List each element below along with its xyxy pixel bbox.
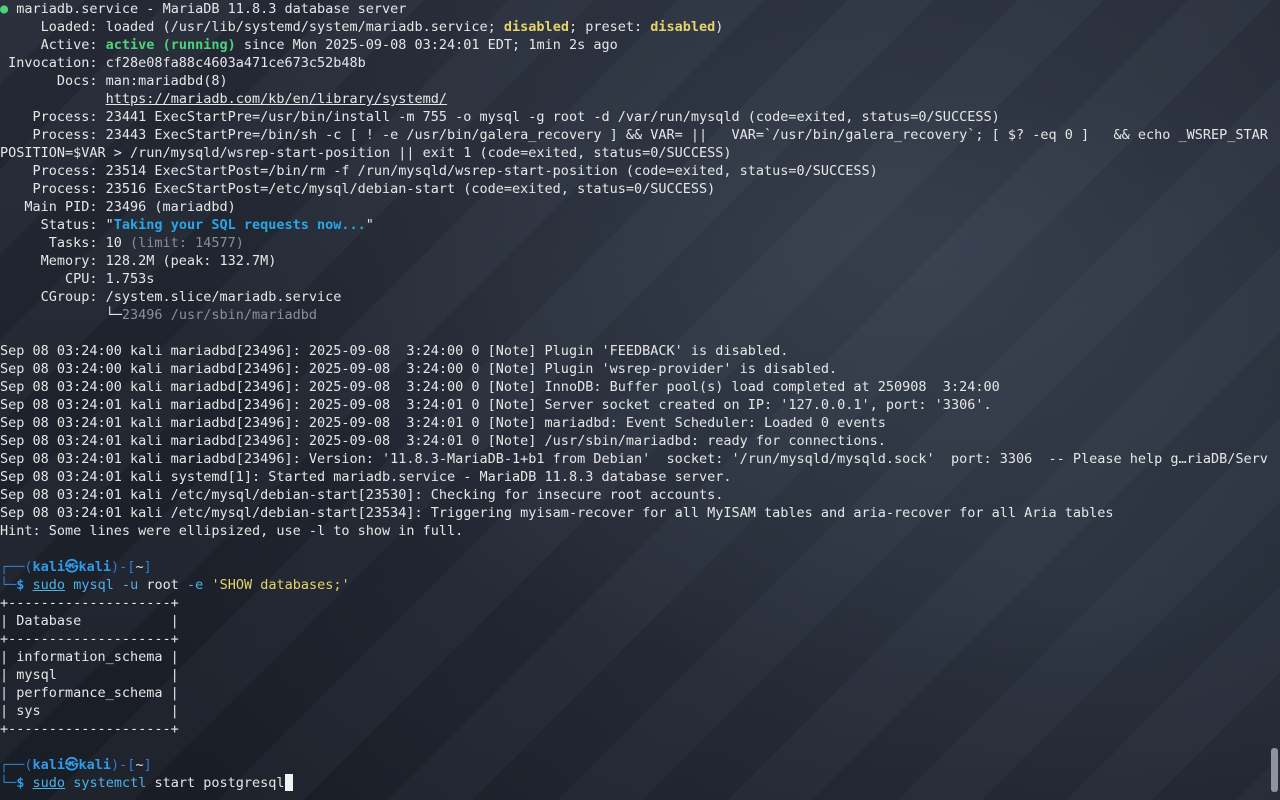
status-quote: " [365, 217, 374, 233]
docs-url-line: https://mariadb.com/kb/en/library/system… [0, 90, 1268, 108]
command-args: start postgresql [154, 775, 285, 791]
command-name: systemctl [73, 775, 147, 791]
status-header: mariadb.service - MariaDB 11.8.3 databas… [8, 1, 407, 17]
command-query: 'SHOW databases;' [211, 577, 350, 593]
process-line: Process: 23443 ExecStartPre=/bin/sh -c [… [0, 127, 1269, 143]
status-message: Taking your SQL requests now... [113, 217, 366, 233]
active-label: Active: [0, 37, 106, 53]
status-label: Status: " [0, 217, 114, 233]
log-line: Sep 08 03:24:01 kali mariadbd[23496]: 20… [0, 433, 886, 449]
prompt-dollar: $ [16, 577, 33, 593]
table-row: | information_schema | [0, 649, 179, 665]
table-border: +--------------------+ [0, 595, 179, 611]
active-since: since Mon 2025-09-08 03:24:01 EDT; 1min … [235, 37, 618, 53]
active-state: active (running) [105, 37, 236, 53]
status-line: Status: "Taking your SQL requests now...… [0, 216, 1268, 234]
command-flag: -u [121, 577, 139, 593]
process-line: Process: 23516 ExecStartPost=/etc/mysql/… [0, 181, 716, 197]
command-sudo: sudo [32, 577, 66, 593]
prompt-frame: ] [143, 757, 152, 773]
scrollbar-thumb[interactable] [1271, 748, 1278, 792]
hint-line: Hint: Some lines were ellipsized, use -l… [0, 523, 464, 539]
active-bullet-icon: ● [0, 1, 9, 17]
loaded-disabled: disabled [503, 19, 569, 35]
tasks-count: Tasks: 10 [0, 235, 131, 251]
loaded-preset: disabled [650, 19, 716, 35]
cpu-line: CPU: 1.753s [0, 271, 155, 287]
log-line: Sep 08 03:24:00 kali mariadbd[23496]: 20… [0, 343, 789, 359]
prompt-frame: └─ [0, 775, 17, 791]
loaded-text: Loaded: loaded (/usr/lib/systemd/system/… [0, 19, 504, 35]
docs-line: Docs: man:mariadbd(8) [0, 73, 228, 89]
cgroup-child-line: └─23496 /usr/sbin/mariadbd [0, 306, 1268, 324]
invocation-line: Invocation: cf28e08fa88c4603a471ce673c52… [0, 55, 366, 71]
loaded-line: Loaded: loaded (/usr/lib/systemd/system/… [0, 18, 1268, 36]
prompt-top: ┌──(kali㉿kali)-[~] [0, 558, 1268, 576]
command-arg: root [146, 577, 179, 593]
table-border: +--------------------+ [0, 721, 179, 737]
table-border: +--------------------+ [0, 631, 179, 647]
command-sudo: sudo [32, 775, 66, 791]
loaded-close: ) [715, 19, 724, 35]
docs-pad [0, 91, 106, 107]
loaded-preset-label: ; preset: [568, 19, 651, 35]
tree-branch: └─ [0, 307, 122, 323]
tasks-line: Tasks: 10 (limit: 14577) [0, 234, 1268, 252]
memory-line: Memory: 128.2M (peak: 132.7M) [0, 253, 277, 269]
process-line: Process: 23441 ExecStartPre=/usr/bin/ins… [0, 109, 1000, 125]
prompt-frame: ┌──( [0, 757, 33, 773]
scrollbar[interactable] [1270, 0, 1278, 800]
prompt-cwd: ~ [135, 757, 144, 773]
log-line: Sep 08 03:24:00 kali mariadbd[23496]: 20… [0, 379, 1000, 395]
table-row: | sys | [0, 703, 179, 719]
command-name: mysql [73, 577, 114, 593]
main-pid-line: Main PID: 23496 (mariadbd) [0, 199, 236, 215]
prompt-top: ┌──(kali㉿kali)-[~] [0, 756, 1268, 774]
table-row: | mysql | [0, 667, 179, 683]
active-command-line[interactable]: └─$ sudo systemctl start postgresql [0, 774, 1268, 792]
prompt-frame: )-[ [111, 559, 136, 575]
status-header-line: ● mariadb.service - MariaDB 11.8.3 datab… [0, 0, 1268, 18]
prompt-user: kali㉿kali [32, 559, 112, 575]
prompt-user: kali㉿kali [32, 757, 112, 773]
process-line: Process: 23514 ExecStartPost=/bin/rm -f … [0, 163, 878, 179]
prompt-frame: )-[ [111, 757, 136, 773]
process-line-wrap: POSITION=$VAR > /run/mysqld/wsrep-start-… [0, 145, 732, 161]
prompt-frame: ┌──( [0, 559, 33, 575]
table-row: | performance_schema | [0, 685, 179, 701]
log-line: Sep 08 03:24:01 kali mariadbd[23496]: 20… [0, 397, 992, 413]
command-flag: -e [187, 577, 204, 593]
tasks-limit: (limit: 14577) [130, 235, 244, 251]
prompt-dollar: $ [16, 775, 33, 791]
log-line: Sep 08 03:24:01 kali /etc/mysql/debian-s… [0, 487, 724, 503]
log-line: Sep 08 03:24:00 kali mariadbd[23496]: 20… [0, 361, 838, 377]
command-line: └─$ sudo mysql -u root -e 'SHOW database… [0, 576, 1268, 594]
terminal-output[interactable]: ● mariadb.service - MariaDB 11.8.3 datab… [0, 0, 1268, 800]
docs-link[interactable]: https://mariadb.com/kb/en/library/system… [106, 91, 447, 107]
log-line: Sep 08 03:24:01 kali systemd[1]: Started… [0, 469, 732, 485]
log-line: Sep 08 03:24:01 kali /etc/mysql/debian-s… [0, 505, 1114, 521]
log-line: Sep 08 03:24:01 kali mariadbd[23496]: Ve… [0, 451, 1268, 467]
log-line: Sep 08 03:24:01 kali mariadbd[23496]: 20… [0, 415, 886, 431]
table-header: | Database | [0, 613, 179, 629]
cgroup-line: CGroup: /system.slice/mariadb.service [0, 289, 342, 305]
cgroup-child: 23496 /usr/sbin/mariadbd [121, 307, 317, 323]
active-line: Active: active (running) since Mon 2025-… [0, 36, 1268, 54]
prompt-frame: └─ [0, 577, 17, 593]
prompt-frame: ] [143, 559, 152, 575]
prompt-cwd: ~ [135, 559, 144, 575]
text-cursor [284, 774, 293, 791]
